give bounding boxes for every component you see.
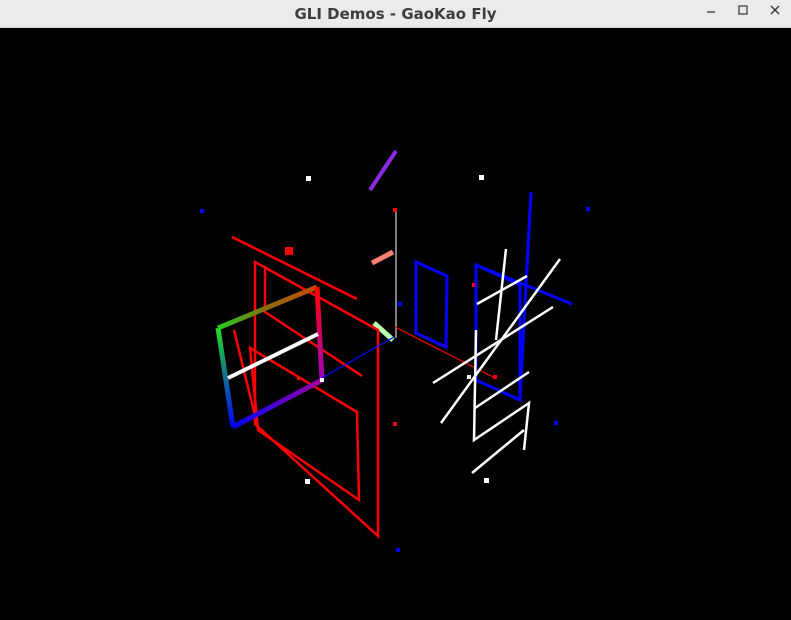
- scene-canvas[interactable]: [0, 28, 791, 616]
- blue-frame: [414, 259, 449, 350]
- white-line: [432, 305, 554, 385]
- salmon-segment: [370, 249, 395, 266]
- gradient-edge: [231, 377, 324, 430]
- blue-dot: [586, 207, 590, 211]
- blue-dot: [396, 548, 400, 552]
- white-dot: [306, 176, 311, 181]
- white-dot: [305, 479, 310, 484]
- red-line: [261, 308, 363, 378]
- maximize-icon: [738, 5, 748, 15]
- window-title: GLI Demos - GaoKao Fly: [294, 4, 497, 23]
- red-dot: [472, 283, 475, 287]
- blue-dot: [554, 421, 558, 425]
- white-line: [494, 248, 508, 341]
- title-bar: GLI Demos - GaoKao Fly: [0, 0, 791, 28]
- blue-line: [518, 191, 533, 399]
- white-dot: [467, 375, 471, 379]
- white-dot: [320, 378, 324, 382]
- blue-dot: [200, 209, 204, 213]
- white-dot: [479, 175, 484, 180]
- close-icon: [770, 5, 780, 15]
- purple-segment: [368, 149, 398, 192]
- red-dot: [393, 208, 397, 212]
- white-dot: [484, 478, 489, 483]
- gradient-edge: [217, 284, 318, 331]
- maximize-button[interactable]: [727, 0, 759, 20]
- red-frame: [248, 345, 361, 503]
- minimize-icon: [707, 11, 715, 13]
- close-button[interactable]: [759, 0, 791, 20]
- red-dot: [297, 377, 300, 380]
- minimize-button[interactable]: [695, 0, 727, 20]
- red-dot: [393, 422, 397, 426]
- blue-dot: [398, 302, 402, 306]
- red-dot: [493, 375, 497, 379]
- gl-viewport[interactable]: [0, 28, 791, 616]
- red-line: [231, 235, 358, 301]
- window-controls: [695, 0, 791, 27]
- red-dot: [285, 247, 293, 255]
